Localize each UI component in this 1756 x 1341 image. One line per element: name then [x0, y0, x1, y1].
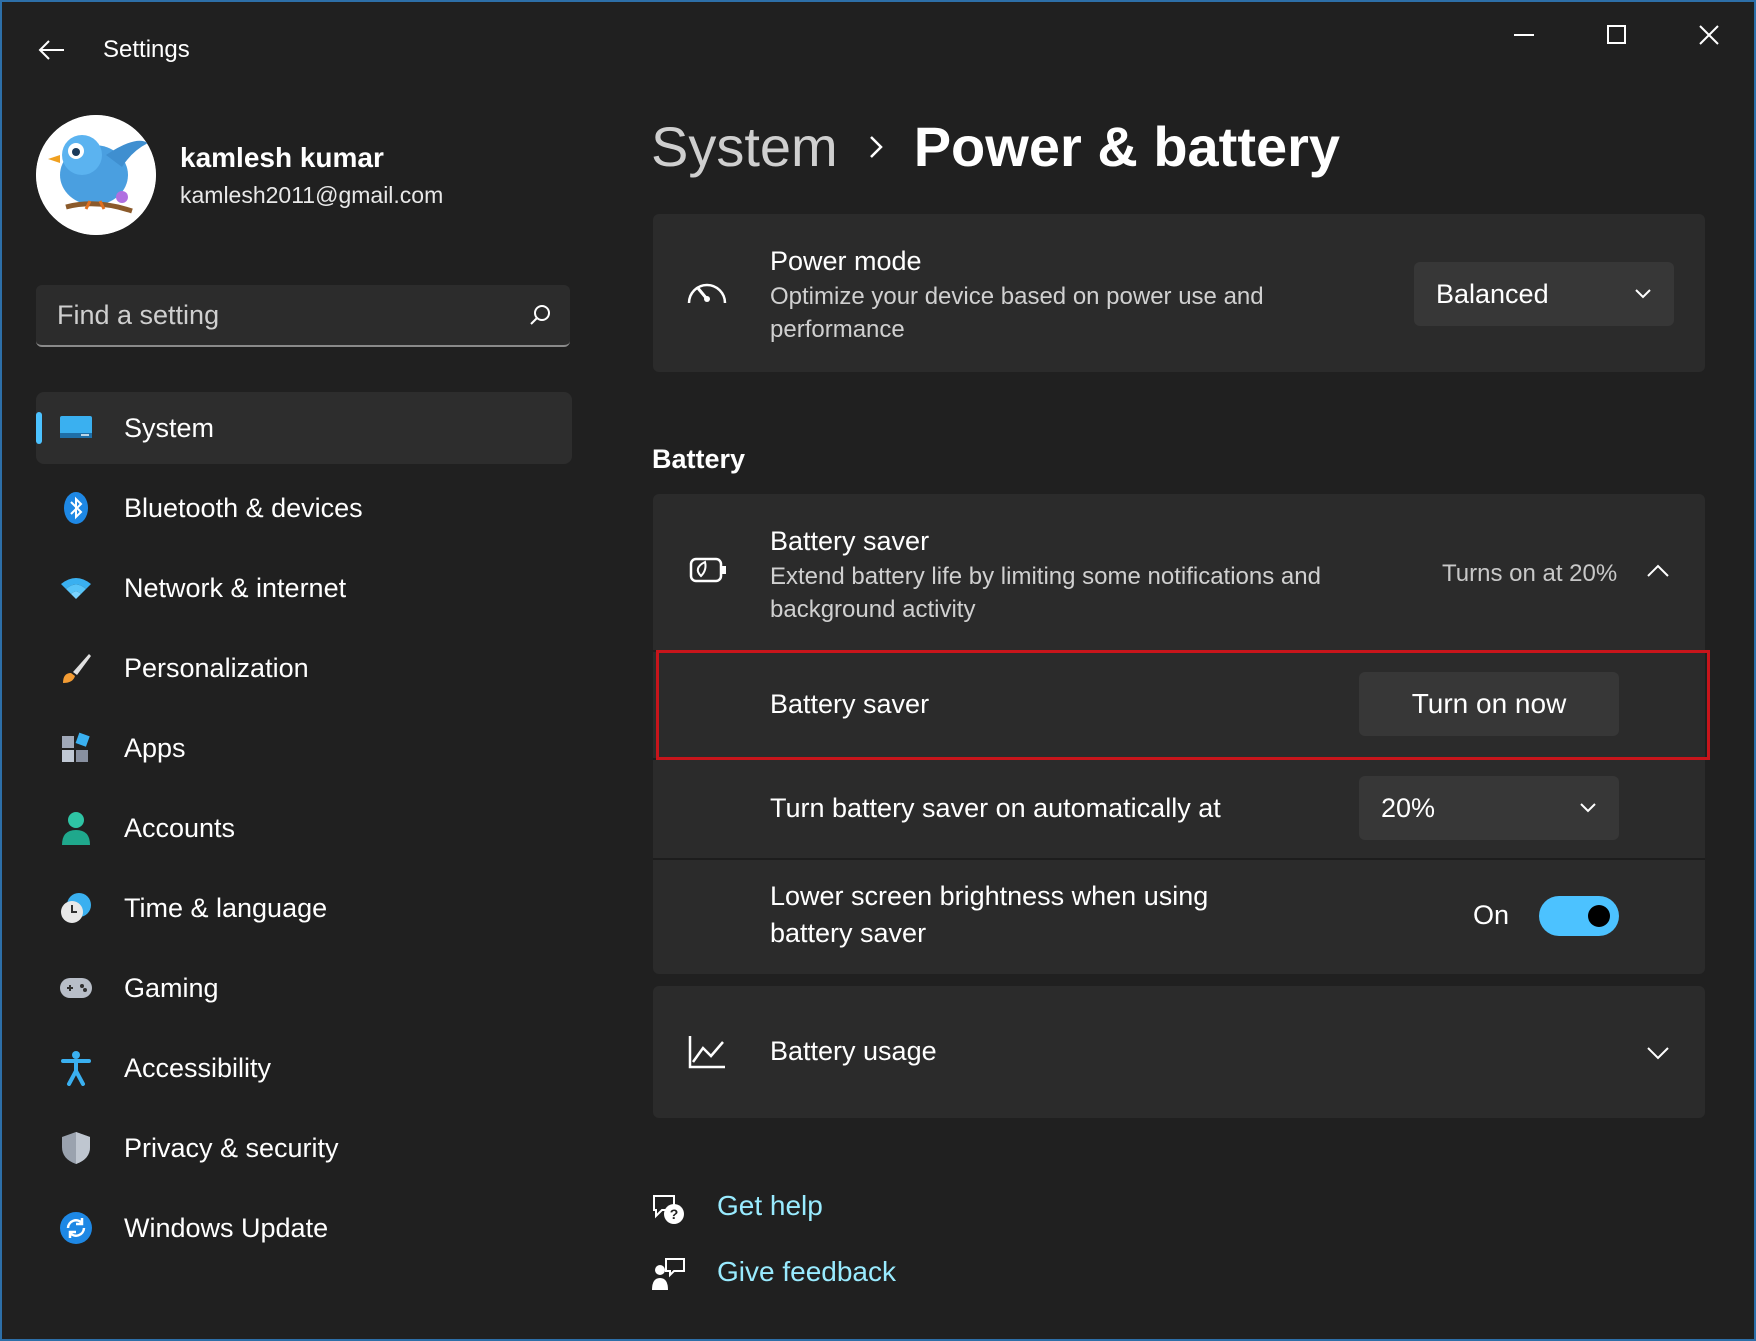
battery-saver-icon	[683, 546, 731, 594]
chevron-down-icon	[1635, 289, 1651, 299]
sidebar-item-accessibility[interactable]: Accessibility	[36, 1032, 572, 1104]
lower-brightness-toggle[interactable]	[1539, 896, 1619, 936]
sidebar-item-network[interactable]: Network & internet	[36, 552, 572, 624]
sidebar-item-label: Personalization	[124, 652, 309, 683]
person-icon	[56, 808, 96, 848]
search-icon[interactable]	[510, 303, 570, 327]
help-icon: ?	[648, 1188, 688, 1228]
auto-threshold-value: 20%	[1381, 792, 1436, 823]
sidebar-item-windows-update[interactable]: Windows Update	[36, 1192, 572, 1264]
chevron-up-icon[interactable]	[1643, 556, 1673, 586]
feedback-icon	[648, 1254, 688, 1294]
get-help-link[interactable]: Get help	[717, 1190, 823, 1222]
auto-battery-saver-row: Turn battery saver on automatically at 2…	[653, 760, 1705, 858]
close-icon	[1699, 25, 1719, 45]
close-button[interactable]	[1664, 10, 1754, 60]
highlight-box	[656, 650, 1710, 760]
maximize-icon	[1607, 25, 1626, 44]
sidebar-item-accounts[interactable]: Accounts	[36, 792, 572, 864]
app-title: Settings	[103, 36, 190, 63]
give-feedback-link[interactable]: Give feedback	[717, 1256, 896, 1288]
battery-section-label: Battery	[652, 444, 746, 474]
lower-brightness-label: Lower screen brightness when using batte…	[770, 881, 1209, 948]
sidebar-item-system[interactable]: System	[36, 392, 572, 464]
battery-saver-title: Battery saver	[770, 526, 930, 556]
search-input[interactable]	[36, 298, 510, 332]
clock-globe-icon	[56, 888, 96, 928]
avatar	[36, 115, 156, 235]
paintbrush-icon	[56, 648, 96, 688]
power-mode-title: Power mode	[770, 246, 922, 276]
monitor-icon	[56, 408, 96, 448]
svg-text:?: ?	[670, 1206, 679, 1222]
sidebar-item-apps[interactable]: Apps	[36, 712, 572, 784]
sidebar-item-bluetooth[interactable]: Bluetooth & devices	[36, 472, 572, 544]
power-mode-dropdown[interactable]: Balanced	[1414, 262, 1674, 326]
search-box[interactable]	[36, 285, 570, 347]
sidebar-item-gaming[interactable]: Gaming	[36, 952, 572, 1024]
chevron-right-icon	[868, 134, 884, 160]
shield-icon	[56, 1128, 96, 1168]
sidebar-item-label: System	[124, 412, 215, 443]
sidebar-item-label: Time & language	[124, 892, 328, 923]
minimize-icon	[1514, 34, 1534, 36]
sidebar-item-label: Network & internet	[124, 572, 347, 603]
gamepad-icon	[56, 968, 96, 1008]
sidebar-item-time-language[interactable]: Time & language	[36, 872, 572, 944]
gauge-icon	[683, 268, 731, 316]
user-profile[interactable]: kamlesh kumar kamlesh2011@gmail.com	[36, 115, 443, 235]
user-name: kamlesh kumar	[180, 141, 384, 173]
auto-battery-saver-label: Turn battery saver on automatically at	[770, 793, 1221, 823]
sidebar-item-label: Privacy & security	[124, 1132, 339, 1163]
battery-usage-card[interactable]: Battery usage	[653, 986, 1705, 1118]
maximize-button[interactable]	[1572, 10, 1662, 60]
breadcrumb-parent[interactable]: System	[651, 114, 838, 179]
power-mode-card: Power mode Optimize your device based on…	[653, 214, 1705, 372]
chart-line-icon	[683, 1028, 731, 1076]
sidebar-item-label: Windows Update	[124, 1212, 329, 1243]
update-icon	[56, 1208, 96, 1248]
power-mode-value: Balanced	[1436, 278, 1549, 309]
page-title: Power & battery	[913, 115, 1341, 178]
chevron-down-icon	[1580, 803, 1596, 813]
back-button[interactable]	[32, 30, 72, 70]
sidebar-item-label: Bluetooth & devices	[124, 492, 363, 523]
sidebar-item-label: Accessibility	[124, 1052, 272, 1083]
chevron-down-icon[interactable]	[1643, 1038, 1673, 1068]
sidebar-item-label: Accounts	[124, 812, 236, 843]
wifi-icon	[56, 568, 96, 608]
sidebar-item-privacy-security[interactable]: Privacy & security	[36, 1112, 572, 1184]
back-arrow-icon	[38, 40, 64, 60]
battery-saver-card[interactable]: Battery saver Extend battery life by lim…	[653, 494, 1705, 650]
lower-brightness-row: Lower screen brightness when using batte…	[653, 860, 1705, 974]
battery-saver-status: Turns on at 20%	[1442, 560, 1618, 587]
user-email: kamlesh2011@gmail.com	[180, 181, 444, 208]
toggle-state-label: On	[1473, 900, 1510, 930]
title-bar: Settings	[2, 2, 1754, 102]
power-mode-description: Optimize your device based on power use …	[770, 283, 1264, 343]
auto-threshold-dropdown[interactable]: 20%	[1359, 776, 1619, 840]
apps-icon	[56, 728, 96, 768]
battery-saver-description: Extend battery life by limiting some not…	[770, 563, 1321, 623]
battery-usage-title: Battery usage	[770, 1036, 937, 1066]
sidebar-nav: System Bluetooth & devices Network & int…	[36, 392, 572, 1272]
sidebar-item-label: Apps	[124, 732, 186, 763]
minimize-button[interactable]	[1480, 10, 1570, 60]
bluetooth-icon	[56, 488, 96, 528]
sidebar-item-personalization[interactable]: Personalization	[36, 632, 572, 704]
toggle-knob	[1588, 905, 1610, 927]
sidebar-item-label: Gaming	[124, 972, 219, 1003]
breadcrumb: System Power & battery	[651, 114, 1340, 179]
accessibility-icon	[56, 1048, 96, 1088]
settings-window: Settings kamlesh kumar kamlesh2011@gmail…	[0, 0, 1756, 1341]
